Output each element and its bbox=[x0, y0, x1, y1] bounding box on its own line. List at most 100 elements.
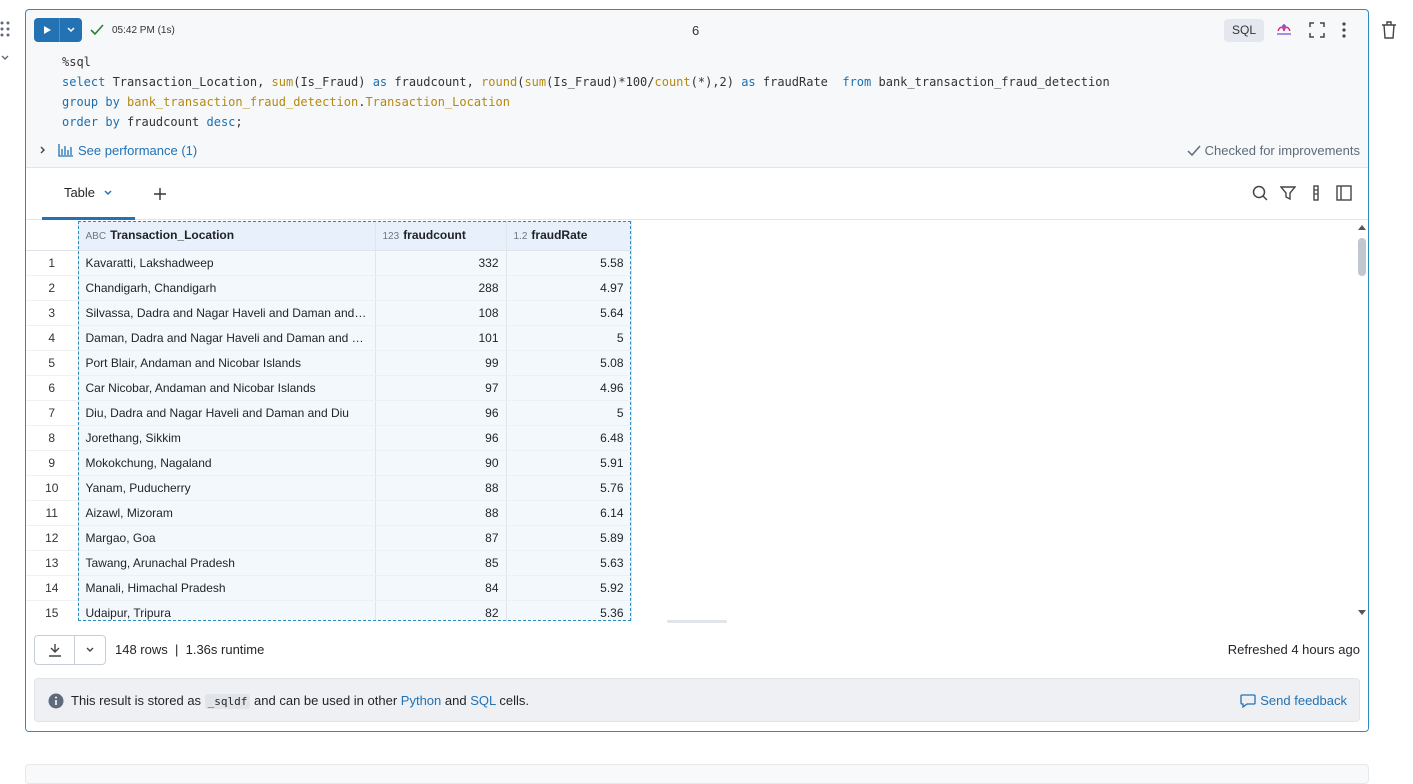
python-link[interactable]: Python bbox=[401, 693, 441, 708]
column-name: fraudcount bbox=[403, 228, 466, 243]
see-performance-link[interactable]: See performance (1) bbox=[78, 143, 197, 158]
cell-fraudcount[interactable]: 88 bbox=[375, 500, 507, 526]
cell-fraudrate[interactable]: 5.76 bbox=[506, 475, 632, 501]
cell-transaction-location[interactable]: Yanam, Puducherry bbox=[78, 475, 376, 501]
cell-fraudcount[interactable]: 88 bbox=[375, 475, 507, 501]
column-header-fraudrate[interactable]: 1.2 fraudRate bbox=[506, 221, 632, 251]
cell-transaction-location[interactable]: Kavaratti, Lakshadweep bbox=[78, 250, 376, 276]
chevron-right-icon[interactable] bbox=[38, 145, 48, 155]
collapse-chevron-icon[interactable] bbox=[0, 50, 12, 62]
code-line-4: order by fraudcount desc; bbox=[62, 115, 243, 129]
code-editor[interactable]: %sql select Transaction_Location, sum(Is_… bbox=[62, 52, 1110, 132]
download-button-group bbox=[34, 635, 106, 665]
cell-transaction-location[interactable]: Tawang, Arunachal Pradesh bbox=[78, 550, 376, 576]
row-number: 12 bbox=[26, 525, 79, 551]
cell-transaction-location[interactable]: Chandigarh, Chandigarh bbox=[78, 275, 376, 301]
download-options-button[interactable] bbox=[75, 636, 105, 664]
cell-fraudrate[interactable]: 5.64 bbox=[506, 300, 632, 326]
scroll-down-icon[interactable] bbox=[1357, 609, 1367, 617]
cell-fraudcount[interactable]: 85 bbox=[375, 550, 507, 576]
cell-transaction-location[interactable]: Car Nicobar, Andaman and Nicobar Islands bbox=[78, 375, 376, 401]
cell-fraudrate[interactable]: 5 bbox=[506, 400, 632, 426]
sidebar-panel-icon[interactable] bbox=[1336, 185, 1352, 201]
execution-time: 05:42 PM (1s) bbox=[112, 25, 175, 36]
results-grid[interactable]: ABC Transaction_Location 123 fraudcount 1.… bbox=[26, 221, 1356, 621]
cell-fraudrate[interactable]: 5.63 bbox=[506, 550, 632, 576]
info-middle: and can be used in other bbox=[254, 693, 398, 708]
search-icon[interactable] bbox=[1252, 185, 1268, 201]
column-header-fraudcount[interactable]: 123 fraudcount bbox=[375, 221, 507, 251]
cell-fraudcount[interactable]: 87 bbox=[375, 525, 507, 551]
send-feedback-link[interactable]: Send feedback bbox=[1240, 693, 1347, 708]
cell-fraudcount[interactable]: 96 bbox=[375, 400, 507, 426]
fullscreen-icon[interactable] bbox=[1309, 22, 1325, 38]
cell-fraudcount[interactable]: 101 bbox=[375, 325, 507, 351]
cell-fraudcount[interactable]: 82 bbox=[375, 600, 507, 621]
next-cell[interactable] bbox=[25, 764, 1369, 784]
drag-handle-icon[interactable] bbox=[0, 21, 12, 39]
cell-fraudcount[interactable]: 99 bbox=[375, 350, 507, 376]
download-button[interactable] bbox=[35, 636, 76, 664]
cell-fraudrate[interactable]: 5.36 bbox=[506, 600, 632, 621]
language-selector[interactable]: SQL bbox=[1224, 19, 1264, 42]
table-body: 1 Kavaratti, Lakshadweep 332 5.58 2 Chandigar… bbox=[26, 250, 632, 621]
scrollbar-thumb[interactable] bbox=[1358, 238, 1366, 276]
code-line-1: %sql bbox=[62, 55, 91, 69]
filter-icon[interactable] bbox=[1280, 185, 1296, 201]
resize-handle[interactable] bbox=[667, 620, 727, 623]
row-number: 1 bbox=[26, 250, 79, 276]
assistant-icon[interactable] bbox=[1275, 22, 1293, 38]
cell-transaction-location[interactable]: Mokokchung, Nagaland bbox=[78, 450, 376, 476]
chevron-down-icon[interactable] bbox=[103, 188, 113, 198]
column-icon[interactable] bbox=[1308, 185, 1324, 201]
trash-icon[interactable] bbox=[1381, 21, 1397, 39]
integer-type-icon: 123 bbox=[382, 231, 400, 243]
cell-fraudrate[interactable]: 5.92 bbox=[506, 575, 632, 601]
cell-fraudrate[interactable]: 4.96 bbox=[506, 375, 632, 401]
cell-transaction-location[interactable]: Jorethang, Sikkim bbox=[78, 425, 376, 451]
play-icon bbox=[43, 26, 51, 34]
cell-fraudrate[interactable]: 5.89 bbox=[506, 525, 632, 551]
cell-fraudrate[interactable]: 5 bbox=[506, 325, 632, 351]
string-type-icon: ABC bbox=[85, 231, 107, 243]
cell-fraudcount[interactable]: 97 bbox=[375, 375, 507, 401]
cell-fraudcount[interactable]: 96 bbox=[375, 425, 507, 451]
cell-transaction-location[interactable]: Port Blair, Andaman and Nicobar Islands bbox=[78, 350, 376, 376]
cell-transaction-location[interactable]: Udaipur, Tripura bbox=[78, 600, 376, 621]
cell-transaction-location[interactable]: Margao, Goa bbox=[78, 525, 376, 551]
sql-link[interactable]: SQL bbox=[470, 693, 496, 708]
more-options-icon[interactable] bbox=[1341, 22, 1347, 38]
row-number: 15 bbox=[26, 600, 79, 621]
table-row: 4 Daman, Dadra and Nagar Haveli and Daman… bbox=[26, 325, 632, 351]
cell-fraudcount[interactable]: 108 bbox=[375, 300, 507, 326]
cell-fraudrate[interactable]: 5.58 bbox=[506, 250, 632, 276]
cell-transaction-location[interactable]: Manali, Himachal Pradesh bbox=[78, 575, 376, 601]
add-visualization-button[interactable] bbox=[154, 184, 166, 205]
cell-fraudcount[interactable]: 90 bbox=[375, 450, 507, 476]
cell-fraudcount[interactable]: 332 bbox=[375, 250, 507, 276]
column-header-transaction-location[interactable]: ABC Transaction_Location bbox=[78, 221, 376, 251]
cell-transaction-location[interactable]: Daman, Dadra and Nagar Haveli and Daman … bbox=[78, 325, 376, 351]
cell-fraudrate[interactable]: 5.08 bbox=[506, 350, 632, 376]
table-row: 13 Tawang, Arunachal Pradesh 85 5.63 bbox=[26, 550, 632, 576]
cell-fraudrate[interactable]: 6.14 bbox=[506, 500, 632, 526]
cell-transaction-location[interactable]: Aizawl, Mizoram bbox=[78, 500, 376, 526]
cell-fraudcount[interactable]: 84 bbox=[375, 575, 507, 601]
cell-transaction-location[interactable]: Silvassa, Dadra and Nagar Haveli and Dam… bbox=[78, 300, 376, 326]
cell-fraudrate[interactable]: 4.97 bbox=[506, 275, 632, 301]
run-button-group bbox=[34, 18, 82, 42]
table-row: 5 Port Blair, Andaman and Nicobar Islands… bbox=[26, 350, 632, 376]
cell-transaction-location[interactable]: Diu, Dadra and Nagar Haveli and Daman an… bbox=[78, 400, 376, 426]
run-cell-button[interactable] bbox=[34, 18, 60, 42]
stats-separator: | bbox=[174, 642, 179, 657]
cell-fraudrate[interactable]: 6.48 bbox=[506, 425, 632, 451]
vertical-scrollbar[interactable] bbox=[1356, 221, 1368, 621]
row-stats: 148 rows | 1.36s runtime bbox=[115, 642, 264, 657]
checked-improvements[interactable]: Checked for improvements bbox=[1187, 143, 1360, 158]
tab-table[interactable]: Table bbox=[42, 168, 135, 220]
cell-fraudrate[interactable]: 5.91 bbox=[506, 450, 632, 476]
scroll-up-icon[interactable] bbox=[1357, 223, 1367, 231]
cell-fraudcount[interactable]: 288 bbox=[375, 275, 507, 301]
plus-icon bbox=[154, 188, 166, 200]
run-options-button[interactable] bbox=[60, 18, 82, 42]
